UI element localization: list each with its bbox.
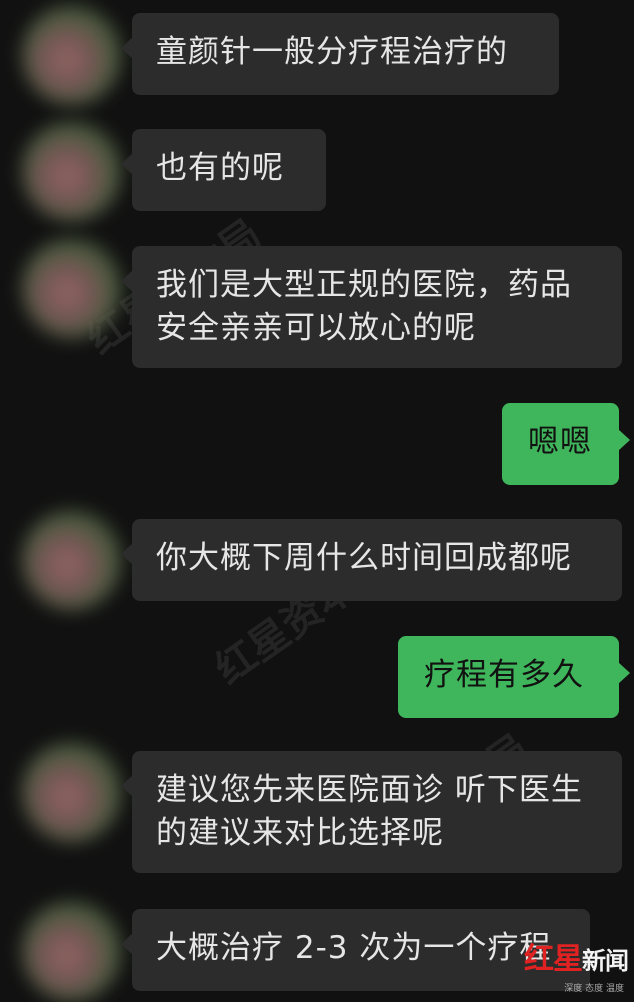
message-bubble-incoming[interactable]: 我们是大型正规的医院，药品安全亲亲可以放心的呢 — [121, 246, 622, 368]
chat-view: 红星资本局 红星资本局 红星资本局 童颜针一般分疗程治疗的 也有的呢 我们是大型… — [0, 0, 634, 1002]
message-bubble-incoming[interactable]: 你大概下周什么时间回成都呢 — [121, 519, 622, 601]
brand-logo: 红星新闻 — [524, 942, 629, 977]
message-bubble-outgoing[interactable]: 疗程有多久 — [398, 636, 630, 718]
message-bubble-incoming[interactable]: 也有的呢 — [121, 129, 326, 211]
message-bubble-incoming[interactable]: 大概治疗 2-3 次为一个疗程 — [121, 909, 590, 991]
avatar[interactable] — [22, 742, 122, 842]
message-bubble-outgoing[interactable]: 嗯嗯 — [502, 403, 630, 485]
avatar[interactable] — [22, 121, 122, 221]
brand-tagline: 深度 态度 温度 — [564, 984, 624, 994]
avatar[interactable] — [22, 510, 122, 610]
avatar[interactable] — [22, 5, 122, 105]
message-bubble-incoming[interactable]: 建议您先来医院面诊 听下医生的建议来对比选择呢 — [121, 751, 622, 873]
avatar[interactable] — [22, 238, 122, 338]
avatar[interactable] — [22, 901, 122, 1001]
message-bubble-incoming[interactable]: 童颜针一般分疗程治疗的 — [121, 13, 559, 95]
